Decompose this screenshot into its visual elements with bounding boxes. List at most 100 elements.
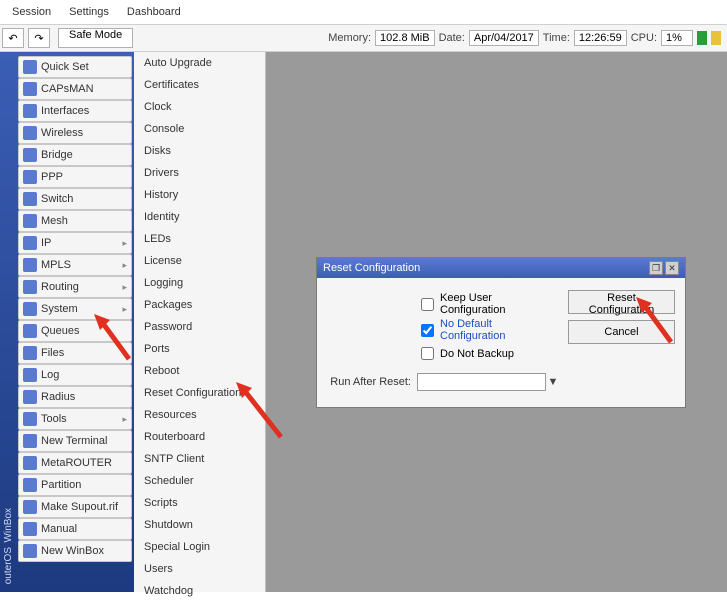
sidebar-item-mpls[interactable]: MPLS▸: [18, 254, 132, 276]
sidebar-icon: [23, 236, 37, 250]
sidebar-item-label: Files: [41, 347, 64, 359]
submenu-item-logging[interactable]: Logging: [134, 272, 265, 294]
cancel-button[interactable]: Cancel: [568, 320, 675, 344]
sidebar-item-tools[interactable]: Tools ▸: [18, 408, 132, 430]
menu-dashboard[interactable]: Dashboard: [127, 6, 181, 18]
sidebar-item-label: IP: [41, 237, 51, 249]
submenu-item-shutdown[interactable]: Shutdown: [134, 514, 265, 536]
sidebar-item-new-winbox[interactable]: New WinBox: [18, 540, 132, 562]
submenu-item-ports[interactable]: Ports: [134, 338, 265, 360]
sidebar: Quick SetCAPsMAN Interfaces Wireless Bridge…: [16, 52, 134, 592]
restore-icon[interactable]: ❐: [649, 261, 663, 275]
chevron-down-icon[interactable]: ▼: [546, 376, 560, 388]
submenu-item-special-login[interactable]: Special Login: [134, 536, 265, 558]
redo-button[interactable]: ↷: [28, 28, 50, 48]
submenu-item-scripts[interactable]: Scripts: [134, 492, 265, 514]
sidebar-icon: [23, 60, 37, 74]
sidebar-item-mesh[interactable]: Mesh: [18, 210, 132, 232]
run-after-reset-dropdown[interactable]: [417, 373, 546, 391]
sidebar-item-partition[interactable]: Partition: [18, 474, 132, 496]
submenu-item-password[interactable]: Password: [134, 316, 265, 338]
submenu-item-leds[interactable]: LEDs: [134, 228, 265, 250]
submenu-item-watchdog[interactable]: Watchdog: [134, 580, 265, 602]
sidebar-icon: [23, 478, 37, 492]
keep-user-config-checkbox[interactable]: [421, 298, 434, 311]
sidebar-icon: [23, 214, 37, 228]
sidebar-icon: [23, 324, 37, 338]
sidebar-item-label: Wireless: [41, 127, 83, 139]
submenu-item-identity[interactable]: Identity: [134, 206, 265, 228]
sidebar-item-make-supout-rif[interactable]: Make Supout.rif: [18, 496, 132, 518]
submenu-item-resources[interactable]: Resources: [134, 404, 265, 426]
keep-user-config-label: Keep User Configuration: [440, 292, 560, 316]
submenu-item-reset-configuration[interactable]: Reset Configuration: [134, 382, 265, 404]
submenu-item-disks[interactable]: Disks: [134, 140, 265, 162]
do-not-backup-checkbox[interactable]: [421, 347, 434, 360]
submenu-item-certificates[interactable]: Certificates: [134, 74, 265, 96]
submenu-item-drivers[interactable]: Drivers: [134, 162, 265, 184]
submenu-item-packages[interactable]: Packages: [134, 294, 265, 316]
sidebar-icon: [23, 148, 37, 162]
sidebar-item-label: Partition: [41, 479, 81, 491]
dialog-titlebar[interactable]: Reset Configuration ❐ ✕: [317, 258, 685, 278]
submenu-item-reboot[interactable]: Reboot: [134, 360, 265, 382]
sidebar-icon: [23, 82, 37, 96]
sidebar-item-files[interactable]: Files: [18, 342, 132, 364]
date-value: Apr/04/2017: [469, 30, 539, 46]
chevron-right-icon: ▸: [122, 414, 127, 425]
submenu-item-sntp-client[interactable]: SNTP Client: [134, 448, 265, 470]
sidebar-item-system[interactable]: System▸: [18, 298, 132, 320]
submenu-item-scheduler[interactable]: Scheduler: [134, 470, 265, 492]
sidebar-item-quick-set[interactable]: Quick Set: [18, 56, 132, 78]
sidebar-item-label: System: [41, 303, 78, 315]
submenu-item-console[interactable]: Console: [134, 118, 265, 140]
chevron-right-icon: ▸: [122, 282, 127, 293]
sidebar-item-routing[interactable]: Routing ▸: [18, 276, 132, 298]
sidebar-item-label: Routing: [41, 281, 79, 293]
sidebar-item-ppp[interactable]: PPP: [18, 166, 132, 188]
sidebar-item-new-terminal[interactable]: New Terminal: [18, 430, 132, 452]
no-default-config-checkbox[interactable]: [421, 324, 434, 337]
sidebar-item-label: Tools: [41, 413, 67, 425]
submenu-item-license[interactable]: License: [134, 250, 265, 272]
sidebar-item-metarouter[interactable]: MetaROUTER: [18, 452, 132, 474]
sidebar-item-label: PPP: [41, 171, 63, 183]
undo-button[interactable]: ↶: [2, 28, 24, 48]
sidebar-item-wireless[interactable]: Wireless: [18, 122, 132, 144]
vtab-winbox[interactable]: WinBox: [3, 508, 14, 542]
sidebar-item-ip[interactable]: IP▸: [18, 232, 132, 254]
sidebar-item-manual[interactable]: Manual: [18, 518, 132, 540]
menu-settings[interactable]: Settings: [69, 6, 109, 18]
sidebar-item-capsman[interactable]: CAPsMAN: [18, 78, 132, 100]
sidebar-item-log[interactable]: Log: [18, 364, 132, 386]
sidebar-item-label: New Terminal: [41, 435, 107, 447]
sidebar-item-radius[interactable]: Radius: [18, 386, 132, 408]
safemode-button[interactable]: Safe Mode: [58, 28, 133, 48]
sidebar-item-queues[interactable]: Queues: [18, 320, 132, 342]
submenu-item-routerboard[interactable]: Routerboard: [134, 426, 265, 448]
main: outerOS WinBox Quick SetCAPsMAN Interface…: [0, 52, 727, 592]
menu-session[interactable]: Session: [12, 6, 51, 18]
sidebar-item-bridge[interactable]: Bridge: [18, 144, 132, 166]
statusbar: Memory: 102.8 MiB Date: Apr/04/2017 Time…: [328, 30, 727, 46]
sidebar-item-label: Interfaces: [41, 105, 89, 117]
sidebar-icon: [23, 192, 37, 206]
chevron-right-icon: ▸: [122, 260, 127, 271]
vtab-routeros[interactable]: outerOS: [3, 547, 14, 584]
cpu-label: CPU:: [631, 32, 657, 44]
cpu-value: 1%: [661, 30, 693, 46]
submenu-item-clock[interactable]: Clock: [134, 96, 265, 118]
sidebar-item-label: Log: [41, 369, 59, 381]
sidebar-icon: [23, 434, 37, 448]
submenu-item-history[interactable]: History: [134, 184, 265, 206]
close-icon[interactable]: ✕: [665, 261, 679, 275]
sidebar-icon: [23, 302, 37, 316]
sidebar-item-interfaces[interactable]: Interfaces: [18, 100, 132, 122]
submenu-item-users[interactable]: Users: [134, 558, 265, 580]
menubar: Session Settings Dashboard: [0, 0, 727, 24]
submenu-item-auto-upgrade[interactable]: Auto Upgrade: [134, 52, 265, 74]
reset-configuration-button[interactable]: Reset Configuration: [568, 290, 675, 314]
sidebar-item-switch[interactable]: Switch: [18, 188, 132, 210]
dialog-title: Reset Configuration: [323, 262, 420, 274]
memory-label: Memory:: [328, 32, 371, 44]
